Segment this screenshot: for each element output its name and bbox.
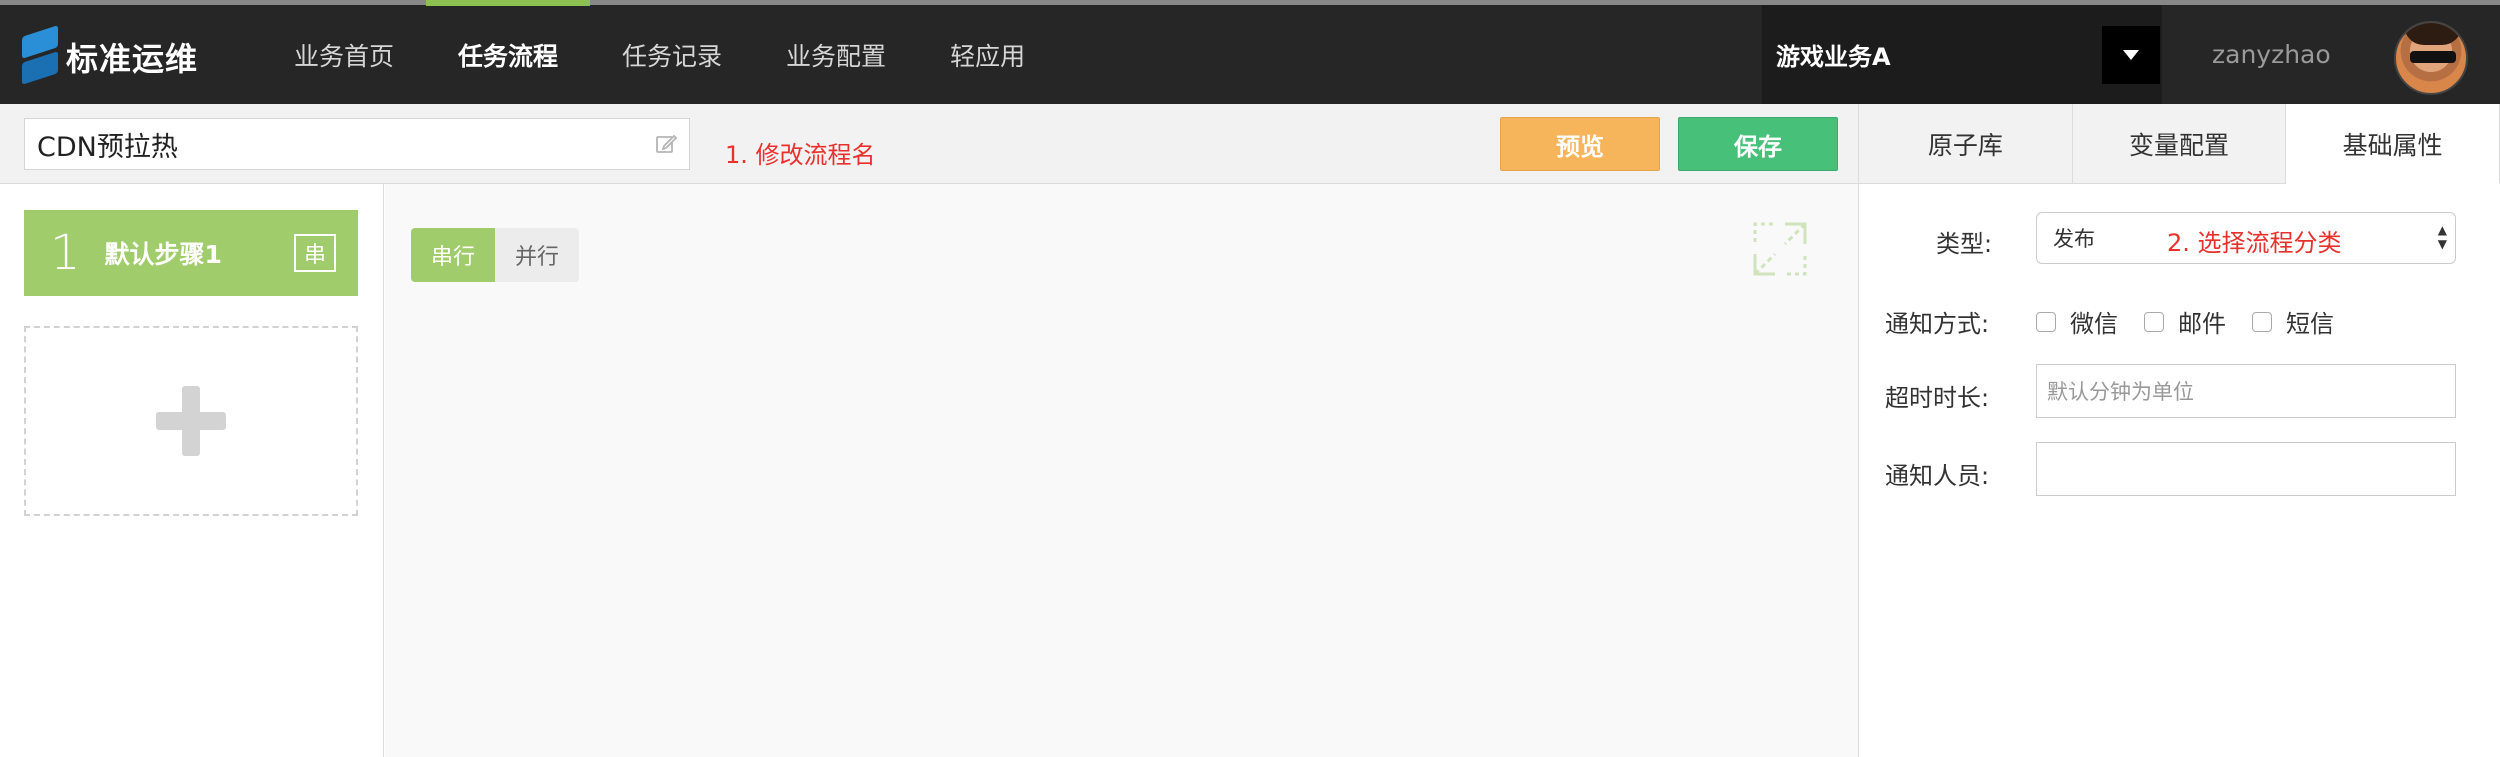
category-select[interactable]: 发布 2. 选择流程分类 ▲ ▼	[2036, 212, 2456, 264]
notify-method-group: 微信 邮件 短信	[2036, 304, 2360, 339]
side-tabs: 原子库 变量配置 基础属性	[1858, 104, 2500, 184]
receivers-label: 通知人员:	[1885, 462, 1990, 490]
fullscreen-icon[interactable]	[1751, 220, 1809, 278]
plus-icon	[156, 386, 226, 456]
wechat-checkbox[interactable]	[2036, 311, 2056, 332]
flow-name-input[interactable]: CDN预拉热	[24, 118, 690, 170]
main-nav: 业务首页 任务流程 任务记录 业务配置 轻应用	[262, 0, 1057, 104]
flow-canvas[interactable]: 串行 并行	[385, 184, 1858, 757]
step-card[interactable]: 1 默认步骤1 串	[24, 210, 358, 296]
save-button[interactable]: 保存	[1678, 117, 1838, 171]
notify-email-option[interactable]: 邮件	[2144, 304, 2226, 339]
app-logo[interactable]: 标准运维	[22, 25, 199, 85]
logo-icon	[22, 25, 58, 85]
nav-business-config[interactable]: 业务配置	[754, 5, 918, 104]
nav-task-records[interactable]: 任务记录	[590, 5, 754, 104]
notify-method-label: 通知方式:	[1885, 310, 1990, 338]
receivers-input[interactable]	[2036, 442, 2456, 496]
top-navbar: 标准运维 业务首页 任务流程 任务记录 业务配置 轻应用 游戏业务A zanyz…	[0, 0, 2500, 104]
email-checkbox[interactable]	[2144, 311, 2164, 332]
timeout-placeholder: 默认分钟为单位	[2047, 380, 2194, 404]
avatar[interactable]	[2394, 21, 2468, 95]
business-selector[interactable]: 游戏业务A	[1762, 5, 2162, 104]
flow-name-value: CDN预拉热	[37, 131, 178, 163]
rename-hint: 1. 修改流程名	[725, 141, 876, 169]
notify-sms-option[interactable]: 短信	[2252, 304, 2334, 339]
email-label: 邮件	[2178, 310, 2226, 338]
step-label: 默认步骤1	[104, 240, 222, 269]
step-mode-badge[interactable]: 串	[294, 234, 336, 272]
nav-task-flow[interactable]: 任务流程	[426, 0, 591, 104]
add-step-button[interactable]	[24, 326, 358, 516]
type-label: 类型:	[1936, 230, 1993, 258]
sms-label: 短信	[2286, 310, 2334, 338]
notify-wechat-option[interactable]: 微信	[2036, 304, 2118, 339]
flow-toolbar: CDN预拉热 1. 修改流程名 预览 保存	[0, 104, 1858, 184]
tab-atom-library[interactable]: 原子库	[1859, 104, 2073, 183]
category-select-value: 发布	[2053, 227, 2095, 251]
tab-basic-properties[interactable]: 基础属性	[2286, 104, 2500, 184]
execution-mode-toggle: 串行 并行	[411, 228, 579, 282]
username[interactable]: zanyzhao	[2212, 5, 2331, 104]
dropdown-caret-icon[interactable]	[2102, 26, 2160, 84]
tab-variable-config[interactable]: 变量配置	[2073, 104, 2287, 183]
category-hint: 2. 选择流程分类	[2167, 229, 2342, 257]
edit-icon[interactable]	[649, 127, 683, 161]
basic-properties-panel: 类型: 发布 2. 选择流程分类 ▲ ▼ 通知方式: 微信 邮件 短信 超时时长:…	[1858, 184, 2500, 757]
wechat-label: 微信	[2070, 310, 2118, 338]
logo-text: 标准运维	[66, 40, 199, 78]
nav-light-apps[interactable]: 轻应用	[918, 5, 1057, 104]
steps-panel: 1 默认步骤1 串	[0, 184, 384, 757]
preview-button[interactable]: 预览	[1500, 117, 1660, 171]
select-arrows-icon: ▲ ▼	[2437, 223, 2447, 251]
timeout-label: 超时时长:	[1885, 384, 1990, 412]
timeout-input[interactable]: 默认分钟为单位	[2036, 364, 2456, 418]
mode-serial-button[interactable]: 串行	[411, 228, 495, 282]
nav-business-home[interactable]: 业务首页	[262, 5, 426, 104]
sms-checkbox[interactable]	[2252, 311, 2272, 332]
step-number: 1	[50, 225, 81, 281]
mode-parallel-button[interactable]: 并行	[495, 228, 579, 282]
